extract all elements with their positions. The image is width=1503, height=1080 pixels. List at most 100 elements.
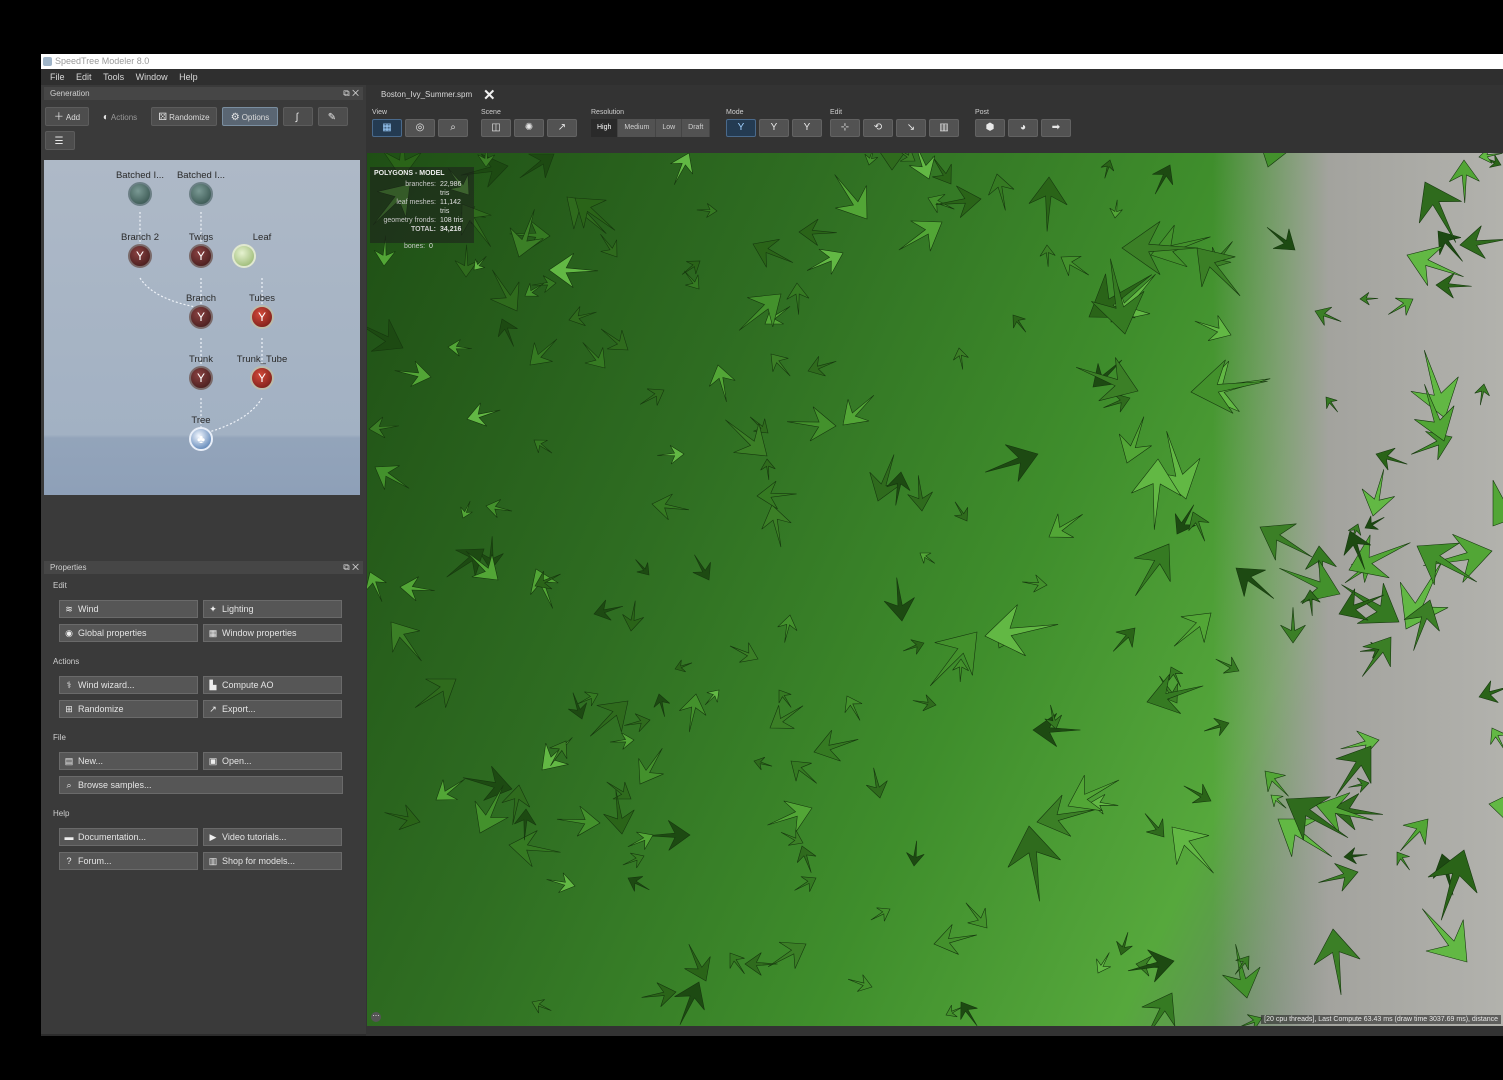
menu-window[interactable]: Window bbox=[136, 69, 168, 85]
ivy-leaf bbox=[1279, 559, 1341, 603]
lighting-button[interactable]: ✦ Lighting bbox=[203, 600, 342, 618]
title-bar: SpeedTree Modeler 8.0 bbox=[41, 54, 1503, 69]
resolution-medium[interactable]: Medium bbox=[618, 119, 657, 137]
menu-tools[interactable]: Tools bbox=[103, 69, 124, 85]
scene-light-button[interactable]: ✺ bbox=[514, 119, 544, 137]
view-orbit-button[interactable]: ◎ bbox=[405, 119, 435, 137]
resolution-high[interactable]: High bbox=[591, 119, 619, 137]
ivy-leaf bbox=[533, 439, 553, 454]
ivy-leaf bbox=[670, 153, 694, 185]
generation-title: Generation bbox=[50, 89, 90, 98]
node-graph[interactable]: Batched I... Batched I... Branch 2 Y Twi… bbox=[44, 160, 360, 495]
ivy-leaf bbox=[1492, 464, 1503, 527]
randomize-button[interactable]: ⊞ Randomize bbox=[59, 700, 198, 718]
ivy-leaf bbox=[646, 820, 691, 851]
ivy-leaf bbox=[497, 318, 518, 347]
question-icon: ? bbox=[66, 856, 72, 866]
ivy-leaf bbox=[1039, 244, 1056, 267]
options-button[interactable]: ⚙ Options bbox=[222, 107, 278, 126]
wind-icon: ≋ bbox=[65, 604, 73, 614]
edit-move-button[interactable]: ↘ bbox=[896, 119, 926, 137]
list-tool-button[interactable]: ☰ bbox=[45, 131, 75, 150]
document-tab[interactable]: Boston_Ivy_Summer.spm bbox=[381, 90, 472, 99]
menu-help[interactable]: Help bbox=[179, 69, 198, 85]
menu-edit[interactable]: Edit bbox=[76, 69, 92, 85]
ivy-leaf bbox=[870, 907, 891, 922]
ivy-leaf bbox=[367, 571, 387, 602]
poly-row-branches: branches: 22,986 tris bbox=[405, 181, 462, 197]
ivy-leaf bbox=[1235, 567, 1275, 599]
node-trunk[interactable]: Trunk Y bbox=[171, 354, 231, 390]
ivy-leaf bbox=[1359, 292, 1379, 306]
edit-rotate-button[interactable]: ⟲ bbox=[863, 119, 893, 137]
mode-hand-button[interactable]: Y bbox=[759, 119, 789, 137]
app-window: SpeedTree Modeler 8.0 File Edit Tools Wi… bbox=[41, 54, 1503, 1036]
edit-window-button[interactable]: ▥ bbox=[929, 119, 959, 137]
play-icon: ▶ bbox=[209, 832, 217, 842]
generation-header: Generation ⧉ ✕ bbox=[44, 87, 363, 100]
node-batched-2[interactable]: Batched I... bbox=[171, 170, 231, 206]
ivy-leaf bbox=[1361, 636, 1392, 677]
edit-add-button[interactable]: ⊹ bbox=[830, 119, 860, 137]
ivy-leaf bbox=[806, 248, 844, 275]
view-grid-button[interactable]: ▦ bbox=[372, 119, 402, 137]
actions-button[interactable]: ◐ Actions bbox=[94, 107, 146, 126]
node-tubes[interactable]: Tubes Y bbox=[232, 293, 292, 329]
menu-bar: File Edit Tools Window Help bbox=[41, 69, 1503, 85]
post-ao-button[interactable]: ◕ bbox=[1008, 119, 1038, 137]
documentation-button[interactable]: ▬ Documentation... bbox=[59, 828, 198, 846]
view-zoom-button[interactable]: ⌕ bbox=[438, 119, 468, 137]
section-help: Help bbox=[53, 809, 70, 818]
ivy-leaf bbox=[1361, 469, 1395, 517]
window-properties-button[interactable]: ▦ Window properties bbox=[203, 624, 342, 642]
wind-wizard-button[interactable]: ⚕ Wind wizard... bbox=[59, 676, 198, 694]
forum-button[interactable]: ? Forum... bbox=[59, 852, 198, 870]
ivy-leaf bbox=[1096, 952, 1111, 974]
node-trunk-tube[interactable]: Trunk_Tube Y bbox=[232, 354, 292, 390]
compute-ao-button[interactable]: ▙ Compute AO bbox=[203, 676, 342, 694]
ivy-leaf bbox=[1100, 159, 1115, 179]
scene-camera-button[interactable]: ◫ bbox=[481, 119, 511, 137]
node-batched-1[interactable]: Batched I... bbox=[110, 170, 170, 206]
open-button[interactable]: ▣ Open... bbox=[203, 752, 342, 770]
browse-samples-button[interactable]: ⌕ Browse samples... bbox=[59, 776, 343, 794]
node-leaf[interactable]: Leaf bbox=[232, 232, 292, 268]
mode-blue-button[interactable]: Y bbox=[792, 119, 822, 137]
ivy-leaf bbox=[1141, 992, 1176, 1026]
ivy-leaf bbox=[508, 830, 561, 867]
viewport-menu-icon[interactable]: ⋯ bbox=[371, 1012, 381, 1022]
add-button[interactable]: ＋ Add bbox=[45, 107, 89, 126]
post-export-button[interactable]: ➡ bbox=[1041, 119, 1071, 137]
ivy-leaf bbox=[1318, 863, 1359, 892]
new-button[interactable]: ▤ New... bbox=[59, 752, 198, 770]
shop-button[interactable]: ▥ Shop for models... bbox=[203, 852, 342, 870]
scene-wind-button[interactable]: ↗ bbox=[547, 119, 577, 137]
menu-file[interactable]: File bbox=[50, 69, 65, 85]
node-tree[interactable]: Tree ♣ bbox=[171, 415, 231, 451]
export-button[interactable]: ↗ Export... bbox=[203, 700, 342, 718]
resolution-selector[interactable]: High Medium Low Draft bbox=[591, 119, 711, 137]
close-tab-icon[interactable]: ✕ bbox=[483, 86, 496, 104]
node-branch-2[interactable]: Branch 2 Y bbox=[110, 232, 170, 268]
node-twigs[interactable]: Twigs Y bbox=[171, 232, 231, 268]
ivy-leaf bbox=[374, 465, 410, 490]
view-group: View ▦ ◎ ⌕ bbox=[372, 109, 468, 137]
curve-tool-button[interactable]: ∫ bbox=[283, 107, 313, 126]
video-tutorials-button[interactable]: ▶ Video tutorials... bbox=[203, 828, 342, 846]
randomize-toolbar-button[interactable]: ⚄ Randomize bbox=[151, 107, 217, 126]
dock-controls[interactable]: ⧉ ✕ bbox=[343, 87, 359, 100]
pen-tool-button[interactable]: ✎ bbox=[318, 107, 348, 126]
mode-generate-button[interactable]: Y bbox=[726, 119, 756, 137]
resolution-draft[interactable]: Draft bbox=[682, 119, 711, 137]
status-line: [20 cpu threads], Last Compute 63.43 ms … bbox=[1261, 1015, 1501, 1024]
resolution-low[interactable]: Low bbox=[656, 119, 683, 137]
dock-controls[interactable]: ⧉ ✕ bbox=[343, 561, 359, 574]
global-properties-button[interactable]: ◉ Global properties bbox=[59, 624, 198, 642]
post-hex-button[interactable]: ⬢ bbox=[975, 119, 1005, 137]
3d-viewport[interactable]: POLYGONS - MODEL branches: 22,986 tris le… bbox=[367, 153, 1503, 1026]
ivy-leaf bbox=[696, 203, 718, 218]
wind-button[interactable]: ≋ Wind bbox=[59, 600, 198, 618]
ivy-leaf bbox=[568, 692, 587, 720]
section-actions: Actions bbox=[53, 657, 80, 666]
node-branch[interactable]: Branch Y bbox=[171, 293, 231, 329]
